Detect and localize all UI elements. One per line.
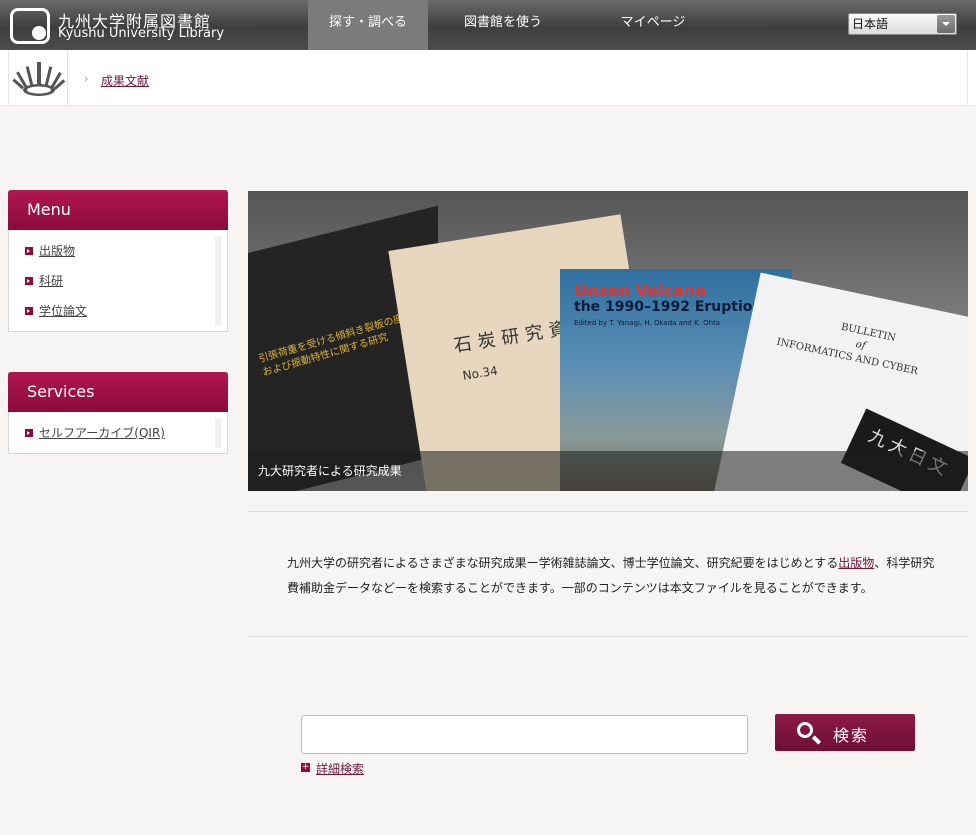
- volcano-authors: Edited by T. Yanagi, H. Okada and K. Oht…: [574, 319, 721, 327]
- menu-box: Menu 出版物 科研 学位論文: [8, 190, 228, 332]
- search-button-label: 検索: [833, 726, 870, 745]
- global-nav: 探す・調べる 図書館を使う マイページ: [308, 0, 728, 50]
- menu-item-label[interactable]: 出版物: [39, 236, 75, 266]
- university-emblem-icon: [8, 50, 68, 105]
- divider: [248, 511, 968, 512]
- language-selected: 日本語: [852, 17, 889, 31]
- logo-english-name[interactable]: Kyushu University Library: [58, 26, 224, 41]
- services-item-label[interactable]: セルフアーカイブ(QIR): [39, 418, 165, 448]
- description-text: 九州大学の研究者によるさまざまな研究成果ー学術雑誌論文、博士学位論文、研究紀要を…: [287, 551, 937, 601]
- logo-frame: [10, 8, 50, 44]
- arrow-bullet-icon: [25, 277, 33, 285]
- hero-image: 引張荷重を受ける傾斜き裂板の座屈 および振動特性に関する研究 石炭研究資料 No…: [248, 191, 968, 491]
- nav-use-library[interactable]: 図書館を使う: [428, 0, 578, 50]
- menu-item-label[interactable]: 学位論文: [39, 296, 87, 326]
- arrow-bullet-icon: [25, 247, 33, 255]
- nav-my-page[interactable]: マイページ: [578, 0, 728, 50]
- breadcrumb-current[interactable]: 成果文献: [101, 72, 149, 89]
- search-button[interactable]: 検索: [775, 714, 915, 751]
- services-title: Services: [8, 372, 228, 412]
- menu-title: Menu: [8, 190, 228, 230]
- menu-item-publications[interactable]: 出版物: [15, 236, 215, 266]
- menu-item-kaken[interactable]: 科研: [15, 266, 215, 296]
- services-list: セルフアーカイブ(QIR): [9, 412, 227, 454]
- search-input[interactable]: [301, 715, 748, 754]
- menu-item-theses[interactable]: 学位論文: [15, 296, 215, 326]
- volcano-subtitle: the 1990–1992 Eruption: [574, 299, 763, 315]
- volcano-title: Unzen Volcano: [574, 281, 707, 300]
- menu-item-label[interactable]: 科研: [39, 266, 63, 296]
- chevron-right-icon: ›: [84, 72, 89, 85]
- plus-icon: +: [301, 762, 310, 772]
- chevron-down-icon: [937, 15, 955, 33]
- logo-dot: [32, 26, 46, 40]
- menu-list: 出版物 科研 学位論文: [9, 230, 227, 332]
- nav-search[interactable]: 探す・調べる: [308, 0, 428, 50]
- library-logo-icon[interactable]: [10, 8, 50, 44]
- search-icon: [797, 722, 813, 738]
- publications-link[interactable]: 出版物: [838, 556, 874, 570]
- book-tan-number: No.34: [461, 363, 499, 383]
- bulletin-title: BULLETIN of INFORMATICS AND CYBER: [775, 308, 925, 379]
- divider: [248, 636, 968, 637]
- language-select[interactable]: 日本語: [848, 13, 957, 35]
- advanced-search-link[interactable]: 詳細検索: [316, 760, 364, 777]
- description-before: 九州大学の研究者によるさまざまな研究成果ー学術雑誌論文、博士学位論文、研究紀要を…: [287, 556, 839, 570]
- services-item-self-archive[interactable]: セルフアーカイブ(QIR): [15, 418, 215, 448]
- divider: [967, 50, 968, 106]
- arrow-bullet-icon: [25, 307, 33, 315]
- arrow-bullet-icon: [25, 429, 33, 437]
- hero-caption: 九大研究者による研究成果: [248, 451, 968, 491]
- services-box: Services セルフアーカイブ(QIR): [8, 372, 228, 454]
